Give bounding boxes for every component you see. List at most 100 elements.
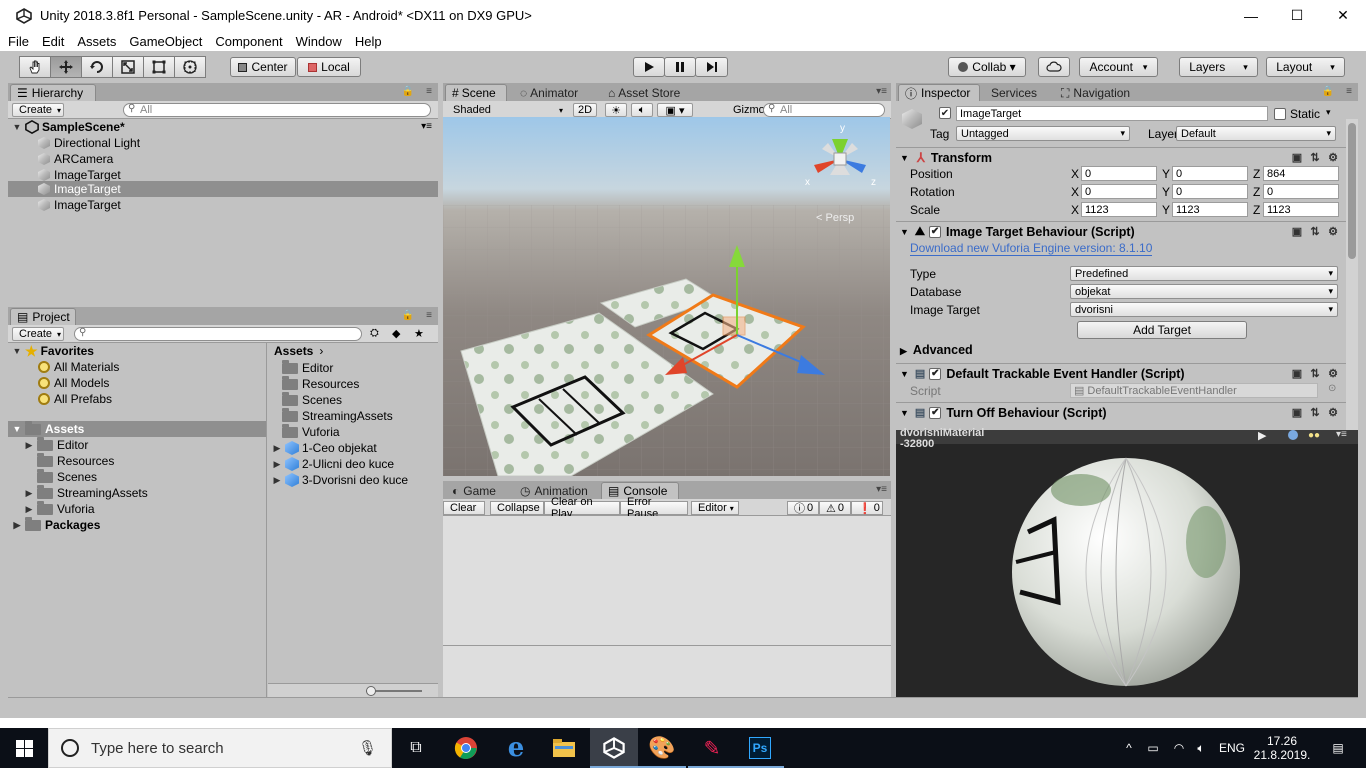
project-search-input[interactable] — [74, 327, 362, 341]
position-z-field[interactable]: 864 — [1263, 166, 1339, 181]
menu-window[interactable]: Window — [296, 34, 342, 49]
shading-mode-dropdown[interactable]: Shaded ▾ — [447, 103, 567, 117]
prefab-item[interactable]: ▶ 2-Ulicni deo kuce — [272, 456, 394, 472]
hierarchy-search-input[interactable]: All — [123, 103, 431, 117]
layer-dropdown[interactable]: Default — [1176, 126, 1336, 141]
scene-menu-icon[interactable]: ▾≡ — [421, 121, 432, 132]
scene-viewport[interactable]: y x z < Persp — [443, 117, 890, 476]
rotation-z-field[interactable]: 0 — [1263, 184, 1339, 199]
collab-dropdown[interactable]: Collab ▾ — [948, 57, 1026, 77]
minimize-button[interactable]: — — [1228, 0, 1274, 31]
file-explorer-app[interactable] — [540, 728, 588, 768]
menu-gameobject[interactable]: GameObject — [129, 34, 202, 49]
hierarchy-item[interactable]: ImageTarget — [38, 197, 121, 213]
console-clear-button[interactable]: Clear — [443, 501, 485, 515]
preview-sphere-icon[interactable] — [1288, 430, 1298, 440]
lighting-toggle[interactable]: ☀ — [605, 103, 627, 117]
tab-animator[interactable]: ◌ Animator — [513, 84, 593, 101]
lock-icon[interactable]: 🔒 — [1322, 86, 1334, 97]
prefab-item[interactable]: ▶ 3-Dvorisni deo kuce — [272, 472, 408, 488]
prefab-item[interactable]: ▶ 1-Ceo objekat — [272, 440, 377, 456]
maximize-button[interactable]: ☐ — [1274, 0, 1320, 31]
rotate-tool-icon[interactable] — [81, 56, 113, 78]
paint-app[interactable]: 🎨 — [638, 728, 686, 768]
tag-dropdown[interactable]: Untagged — [956, 126, 1130, 141]
audio-toggle[interactable]: 🔈︎ — [631, 103, 653, 117]
lock-icon[interactable]: 🔒 — [402, 310, 414, 321]
console-log-count[interactable]: ⓘ 0 — [787, 501, 819, 515]
component-enabled-checkbox[interactable]: ✔ — [929, 225, 942, 238]
lock-icon[interactable]: 🔒 — [402, 86, 414, 97]
console-editor-dropdown[interactable]: Editor ▾ — [691, 501, 739, 515]
active-checkbox[interactable]: ✔ — [939, 107, 951, 119]
asset-folder[interactable]: StreamingAssets — [282, 407, 393, 424]
battery-icon[interactable]: ▭ — [1142, 728, 1164, 768]
edge-app[interactable]: e — [492, 728, 540, 768]
component-enabled-checkbox[interactable]: ✔ — [929, 406, 942, 419]
transform-tool-icon[interactable] — [174, 56, 206, 78]
asset-folder[interactable]: Resources — [282, 375, 359, 392]
static-checkbox[interactable] — [1274, 108, 1286, 120]
hierarchy-item[interactable]: Directional Light — [38, 135, 140, 151]
favorite-item[interactable]: All Models — [38, 375, 109, 391]
taskbar-search-box[interactable]: Type here to search 🎙︎ — [48, 728, 392, 768]
asset-folder[interactable]: Vuforia — [282, 423, 340, 440]
asset-folder[interactable]: ▶ Editor — [24, 436, 88, 453]
menu-help[interactable]: Help — [355, 34, 382, 49]
tab-hierarchy[interactable]: ☰ Hierarchy — [10, 84, 96, 101]
favorite-star-icon[interactable]: ★ — [414, 327, 424, 340]
tab-services[interactable]: Services — [984, 84, 1050, 101]
menu-assets[interactable]: Assets — [77, 34, 116, 49]
object-picker-icon[interactable]: ⊙ — [1328, 383, 1336, 394]
database-dropdown[interactable]: objekat — [1070, 284, 1338, 299]
tab-asset-store[interactable]: ⌂ Asset Store — [601, 84, 693, 101]
menu-file[interactable]: File — [8, 34, 29, 49]
asset-folder[interactable]: Editor — [282, 359, 333, 376]
panel-menu-icon[interactable]: ≡ — [1346, 86, 1352, 97]
preview-play-icon[interactable]: ▶ — [1258, 429, 1266, 442]
cloud-button[interactable] — [1038, 57, 1070, 77]
favorites-header[interactable]: ▼ ★ Favorites — [12, 343, 94, 359]
inspector-scrollbar[interactable] — [1346, 119, 1358, 430]
asset-folder[interactable]: Resources — [24, 452, 114, 469]
scale-z-field[interactable]: 1123 — [1263, 202, 1339, 217]
layout-dropdown[interactable]: Layout ▾ — [1266, 57, 1345, 77]
task-view-button[interactable]: ⧉ — [392, 728, 440, 768]
console-warning-count[interactable]: ⚠ 0 — [819, 501, 851, 515]
menu-edit[interactable]: Edit — [42, 34, 64, 49]
favorite-item[interactable]: All Materials — [38, 359, 119, 375]
wifi-icon[interactable]: ◠ — [1168, 728, 1190, 768]
rotation-y-field[interactable]: 0 — [1172, 184, 1248, 199]
trackable-handler-header[interactable]: ▼ ▤ ✔ Default Trackable Event Handler (S… — [896, 363, 1346, 383]
type-dropdown[interactable]: Predefined — [1070, 266, 1338, 281]
play-button[interactable] — [633, 57, 665, 77]
tab-navigation[interactable]: ⛶ Navigation — [1054, 84, 1152, 101]
panel-menu-icon[interactable]: ≡ — [426, 310, 432, 321]
component-enabled-checkbox[interactable]: ✔ — [929, 367, 942, 380]
panel-menu-icon[interactable]: ≡ — [426, 86, 432, 97]
image-target-behaviour-header[interactable]: ▼ ⛰ ✔ Image Target Behaviour (Script) ▣ ⇅… — [896, 221, 1346, 241]
paint3d-app[interactable]: ✎ — [688, 728, 736, 768]
hierarchy-item-selected[interactable]: ImageTarget — [38, 181, 121, 197]
asset-folder[interactable]: ▶ Vuforia — [24, 500, 95, 517]
tray-overflow-icon[interactable]: ^ — [1118, 728, 1140, 768]
scrollbar-thumb[interactable] — [1348, 123, 1356, 259]
static-dropdown[interactable]: ▾ — [1326, 107, 1331, 118]
language-indicator[interactable]: ENG — [1216, 728, 1248, 768]
hand-tool-icon[interactable] — [19, 56, 51, 78]
asset-folder[interactable]: Scenes — [24, 468, 97, 485]
console-log-area[interactable] — [443, 516, 891, 645]
tab-project[interactable]: ▤ Project — [10, 308, 76, 325]
scene-search-input[interactable]: All — [763, 103, 885, 117]
project-create-dropdown[interactable]: Create ▾ — [12, 327, 64, 341]
vuforia-update-link[interactable]: Download new Vuforia Engine version: 8.1… — [910, 241, 1153, 256]
start-button[interactable] — [0, 728, 48, 768]
account-dropdown[interactable]: Account ▾ — [1079, 57, 1158, 77]
pivot-center-button[interactable]: Center — [230, 57, 296, 77]
tab-inspector[interactable]: ⓘ Inspector — [898, 84, 980, 101]
asset-folder[interactable]: ▶ StreamingAssets — [24, 484, 148, 501]
notifications-icon[interactable]: ▤ — [1318, 728, 1358, 768]
slider-handle[interactable] — [366, 686, 376, 696]
console-collapse-button[interactable]: Collapse — [490, 501, 544, 515]
image-target-dropdown[interactable]: dvorisni — [1070, 302, 1338, 317]
